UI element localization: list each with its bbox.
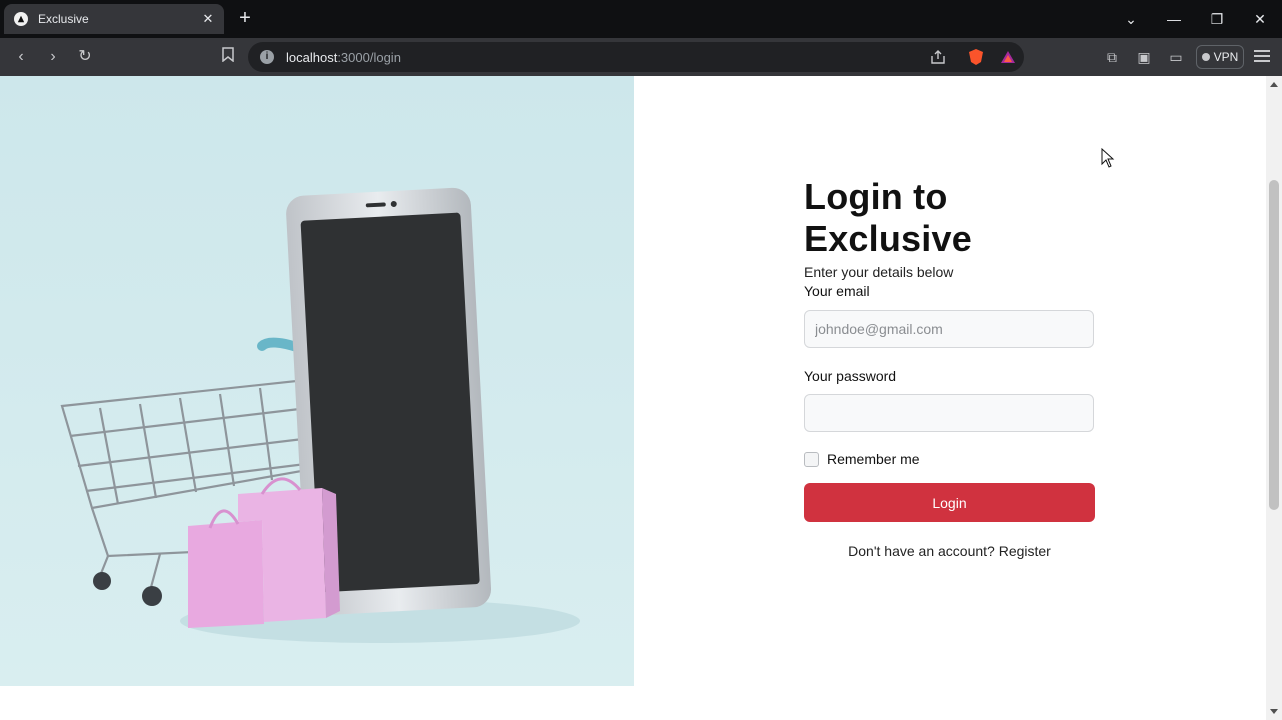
remember-me-checkbox[interactable]: [804, 451, 819, 467]
chevron-down-icon[interactable]: ⌄: [1119, 8, 1143, 30]
forward-button[interactable]: ›: [42, 46, 64, 68]
wallet-icon[interactable]: ▭: [1166, 47, 1186, 67]
site-favicon-icon: [14, 12, 28, 26]
page-title: Login to Exclusive: [804, 176, 972, 259]
menu-icon[interactable]: [1254, 47, 1270, 67]
tab-exclusive[interactable]: Exclusive ✕: [4, 4, 224, 34]
hero-image: [0, 76, 634, 686]
scrollbar-thumb[interactable]: [1269, 180, 1279, 510]
scroll-down-arrow-icon[interactable]: [1270, 709, 1278, 714]
register-link[interactable]: Don't have an account? Register: [804, 543, 1095, 559]
password-label: Your password: [804, 368, 897, 384]
share-icon[interactable]: [928, 47, 948, 67]
brave-shield-icon[interactable]: [966, 47, 986, 67]
vpn-label: VPN: [1213, 50, 1239, 64]
reload-button[interactable]: ↻: [74, 46, 96, 68]
vpn-button[interactable]: VPN: [1196, 45, 1244, 69]
password-field[interactable]: [804, 394, 1094, 432]
close-tab-icon[interactable]: ✕: [200, 11, 216, 27]
email-field[interactable]: [804, 310, 1094, 348]
vpn-status-icon: [1201, 53, 1210, 61]
scroll-up-arrow-icon[interactable]: [1270, 82, 1278, 87]
login-form: Login to Exclusive Enter your details be…: [804, 176, 1096, 559]
tab-title: Exclusive: [38, 12, 89, 26]
tab-strip: Exclusive ✕ + ⌄ — ❐ ✕: [0, 0, 1282, 38]
remember-me-row: Remember me: [804, 451, 920, 467]
new-tab-button[interactable]: +: [234, 8, 256, 30]
sidebar-icon[interactable]: ▣: [1134, 47, 1154, 67]
page-subtitle: Enter your details below: [804, 264, 954, 280]
login-button[interactable]: Login: [804, 483, 1095, 522]
site-info-icon[interactable]: i: [260, 50, 274, 64]
brave-rewards-icon[interactable]: [998, 47, 1018, 67]
back-button[interactable]: ‹: [10, 46, 32, 68]
scrollbar[interactable]: [1266, 76, 1282, 720]
remember-me-label[interactable]: Remember me: [827, 451, 920, 467]
address-bar[interactable]: i localhost:3000/login: [248, 42, 1024, 72]
login-page: Login to Exclusive Enter your details be…: [0, 76, 1266, 720]
mouse-cursor-icon: [1101, 148, 1115, 168]
close-window-button[interactable]: ✕: [1248, 8, 1272, 30]
bookmark-icon[interactable]: [218, 47, 238, 67]
email-label: Your email: [804, 283, 870, 299]
minimize-button[interactable]: —: [1162, 8, 1186, 30]
url-text: localhost:3000/login: [286, 49, 401, 65]
restore-button[interactable]: ❐: [1205, 8, 1229, 30]
extensions-icon[interactable]: ⧉: [1102, 47, 1122, 67]
